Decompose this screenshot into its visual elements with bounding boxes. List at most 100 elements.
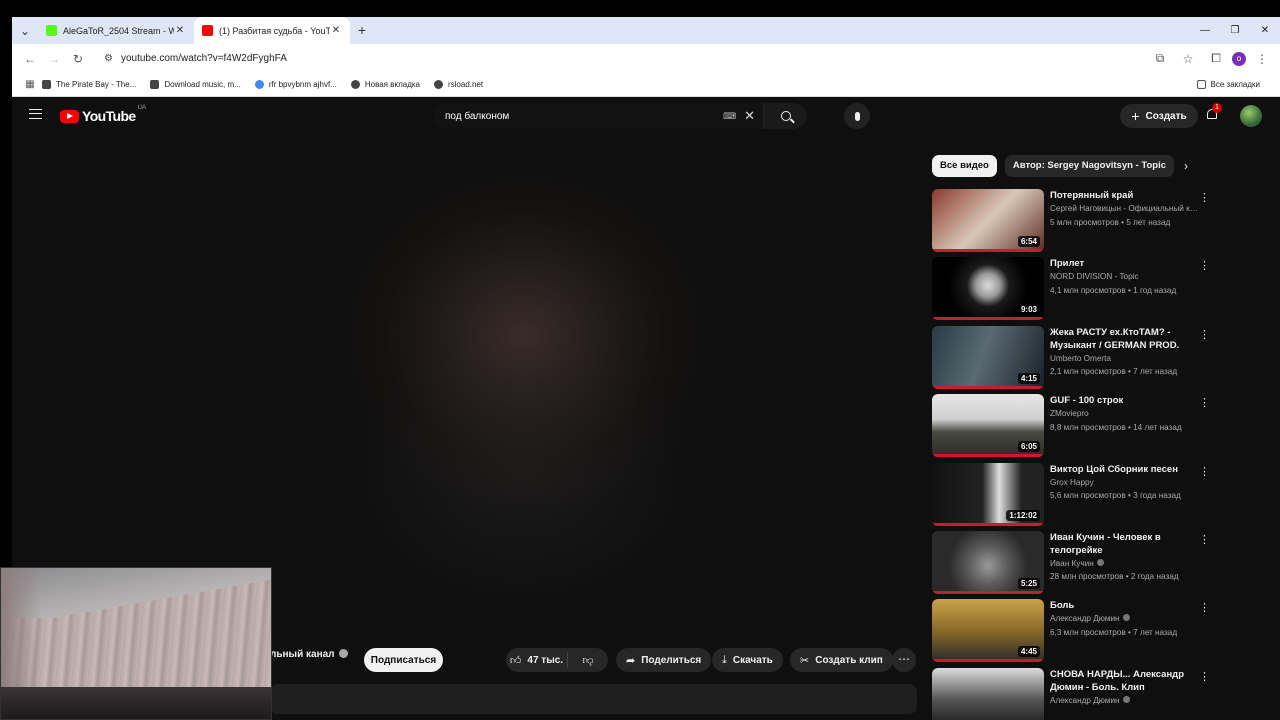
video-title[interactable]: Потерянный край <box>1050 189 1200 202</box>
tab-kick-stream[interactable]: AleGaToR_2504 Stream - Watch ✕ <box>38 17 194 44</box>
more-actions-icon[interactable]: ⋯ <box>892 648 916 672</box>
download-button[interactable]: ⤓ Скачать <box>712 648 783 672</box>
channel-line[interactable]: Иван Кучин <box>1050 557 1200 571</box>
chips-next-chevron-icon[interactable]: › <box>1175 155 1197 177</box>
forward-arrow-icon[interactable]: → <box>42 52 66 66</box>
share-button[interactable]: ➦ Поделиться <box>616 648 712 672</box>
recommendation-item[interactable]: 1:12:02 Виктор Цой Сборник песен Grox Happ… <box>932 462 1210 531</box>
voice-search-button[interactable] <box>844 103 870 129</box>
channel-line[interactable]: Александр Дюмин <box>1050 612 1200 626</box>
bookmark-item[interactable]: rfr bpvybnm ajhvf... <box>254 80 337 89</box>
search-input[interactable]: под балконом <box>433 111 723 122</box>
video-thumbnail[interactable]: 9:03 <box>932 257 1044 321</box>
maximize-icon[interactable]: ❐ <box>1220 17 1250 44</box>
new-tab-plus-icon[interactable]: + <box>350 17 374 44</box>
create-button[interactable]: + Создать <box>1120 104 1198 128</box>
video-thumbnail[interactable]: 4:45 <box>932 599 1044 663</box>
verified-check-icon <box>1122 614 1130 622</box>
channel-line[interactable]: Александр Дюмин <box>1050 694 1200 708</box>
view-stats: 5 млн просмотров • 5 лет назад <box>1050 217 1171 227</box>
recommendation-item[interactable]: СНОВА НАРДЫ... Александр Дюмин - Боль. К… <box>932 667 1210 720</box>
channel-line[interactable]: Сергей Наговицын - Официальный ка... <box>1050 202 1200 216</box>
description-box[interactable] <box>270 684 917 714</box>
more-vertical-icon[interactable]: ⋮ <box>1199 465 1210 478</box>
video-thumbnail[interactable]: 1:12:02 <box>932 462 1044 526</box>
subscribe-button[interactable]: Подписаться <box>364 648 443 672</box>
recommendation-item[interactable]: 9:03 Прилет NORD DIVISION - Topic 4,1 млн п… <box>932 257 1210 325</box>
recommendation-item[interactable]: 4:45 Боль Александр Дюмин 6,3 млн просмотро… <box>932 599 1210 667</box>
reload-icon[interactable]: ↻ <box>66 52 90 66</box>
more-vertical-icon[interactable]: ⋮ <box>1199 670 1210 683</box>
more-vertical-icon[interactable]: ⋮ <box>1199 601 1210 614</box>
tab-close-icon[interactable]: ✕ <box>330 25 342 36</box>
bookmark-item[interactable]: The Pirate Bay - The... <box>42 80 136 89</box>
menu-hamburger-icon[interactable] <box>29 109 42 119</box>
recommendation-item[interactable]: 6:54 Потерянный край Сергей Наговицын - Оф… <box>932 189 1210 257</box>
more-vertical-icon[interactable]: ⋮ <box>1199 191 1210 204</box>
tab-close-icon[interactable]: ✕ <box>174 25 186 36</box>
bookmark-item[interactable]: Download music, m... <box>150 80 241 89</box>
video-title[interactable]: Жека РАСТУ ех.КтоТАМ? - Музыкант / GERMA… <box>1050 326 1200 352</box>
more-vertical-icon[interactable]: ⋮ <box>1199 533 1210 546</box>
all-bookmarks[interactable]: Все закладки <box>1196 80 1260 89</box>
back-arrow-icon[interactable]: ← <box>18 52 42 66</box>
video-title[interactable]: Боль <box>1050 599 1200 612</box>
duration-badge: 9:03 <box>1017 304 1040 316</box>
address-bar[interactable]: ⚙ youtube.com/watch?v=f4W2dFyghFA <box>96 48 1142 70</box>
recommendation-item[interactable]: 6:05 GUF - 100 строк ZMoviepro 8,8 млн прос… <box>932 394 1210 462</box>
video-thumbnail[interactable]: 6:54 <box>932 189 1044 252</box>
ship-icon <box>42 80 51 89</box>
tab-strip: ⌄ AleGaToR_2504 Stream - Watch ✕ (1) Раз… <box>12 17 1280 44</box>
youtube-logo[interactable]: YouTube UA <box>60 105 146 124</box>
tab-youtube[interactable]: (1) Разбитая судьба - YouTube ✕ <box>194 17 350 44</box>
chip-author[interactable]: Автор: Sergey Nagovitsyn - Topic <box>1004 155 1174 177</box>
clip-button[interactable]: ✂ Создать клип <box>790 648 893 672</box>
tab-search-chevron-icon[interactable]: ⌄ <box>12 17 38 44</box>
video-thumbnail[interactable]: 4:15 <box>932 325 1044 389</box>
account-avatar[interactable] <box>1240 105 1262 127</box>
notifications-button[interactable]: 1 <box>1205 103 1222 122</box>
minimize-icon[interactable]: — <box>1190 17 1220 44</box>
channel-line[interactable]: NORD DIVISION - Topic <box>1050 270 1200 284</box>
keyboard-icon[interactable]: ⌨ <box>723 111 736 122</box>
browser-menu-icon[interactable]: ⋮ <box>1250 52 1274 66</box>
bookmark-item[interactable]: rsload.net <box>433 80 483 89</box>
video-thumbnail[interactable] <box>932 667 1044 720</box>
search-button[interactable] <box>763 103 807 129</box>
video-meta: Иван Кучин - Человек в телогрейке Иван Ку… <box>1050 531 1200 599</box>
search-box[interactable]: под балконом ⌨ ✕ <box>433 103 807 129</box>
video-title[interactable]: Виктор Цой Сборник песен <box>1050 463 1200 476</box>
more-vertical-icon[interactable]: ⋮ <box>1199 396 1210 409</box>
extensions-puzzle-icon[interactable]: ⧠ <box>1204 51 1228 66</box>
video-thumbnail[interactable]: 6:05 <box>932 394 1044 458</box>
profile-avatar[interactable]: o <box>1232 51 1246 66</box>
bookmark-item[interactable]: Новая вкладка <box>350 80 420 89</box>
site-settings-icon[interactable]: ⚙ <box>104 53 113 64</box>
more-vertical-icon[interactable]: ⋮ <box>1199 328 1210 341</box>
channel-line[interactable]: Umberto Omerta <box>1050 352 1200 366</box>
video-player[interactable] <box>12 135 917 640</box>
recommendation-item[interactable]: 5:25 Иван Кучин - Человек в телогрейке Ива… <box>932 530 1210 599</box>
install-app-icon[interactable]: ⧉ <box>1148 51 1172 66</box>
channel-line[interactable]: Grox Happy <box>1050 476 1200 490</box>
bookmark-star-icon[interactable]: ☆ <box>1176 52 1200 66</box>
video-meta: GUF - 100 строк ZMoviepro 8,8 млн просмотр… <box>1050 394 1200 462</box>
video-title[interactable]: Иван Кучин - Человек в телогрейке <box>1050 531 1200 557</box>
video-thumbnail[interactable]: 5:25 <box>932 530 1044 594</box>
window-controls: — ❐ ✕ <box>1190 17 1280 44</box>
video-title[interactable]: СНОВА НАРДЫ... Александр Дюмин - Боль. К… <box>1050 668 1200 694</box>
video-title[interactable]: Прилет <box>1050 257 1200 270</box>
video-title[interactable]: GUF - 100 строк <box>1050 394 1200 407</box>
chip-all-videos[interactable]: Все видео <box>932 155 997 177</box>
recommendation-item[interactable]: 4:15 Жека РАСТУ ех.КтоТАМ? - Музыкант / G… <box>932 325 1210 394</box>
dislike-button[interactable]: 👎︎ <box>568 654 608 667</box>
channel-name[interactable]: льный канал <box>270 649 348 660</box>
channel-line[interactable]: ZMoviepro <box>1050 407 1200 421</box>
more-vertical-icon[interactable]: ⋮ <box>1199 259 1210 272</box>
like-button[interactable]: 👍︎ 47 тыс. <box>506 652 568 668</box>
close-window-icon[interactable]: ✕ <box>1250 17 1280 44</box>
video-meta: Потерянный край Сергей Наговицын - Официа… <box>1050 189 1200 257</box>
clear-search-icon[interactable]: ✕ <box>744 108 755 124</box>
apps-grid-icon[interactable]: ▦ <box>18 79 42 90</box>
url-text: youtube.com/watch?v=f4W2dFyghFA <box>120 53 287 64</box>
